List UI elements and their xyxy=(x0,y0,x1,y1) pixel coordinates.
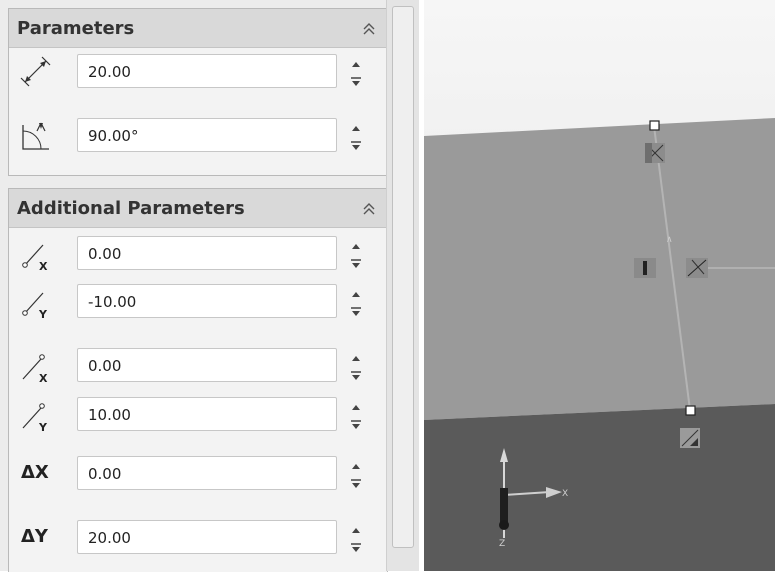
svg-text:X: X xyxy=(39,260,48,271)
additional-parameters-header[interactable]: Additional Parameters xyxy=(9,189,387,228)
angle-input[interactable]: 90.00° xyxy=(77,118,337,152)
end-offset-y-spinner xyxy=(347,397,365,433)
delta-x-label: ΔX xyxy=(21,462,49,483)
spin-up-icon[interactable] xyxy=(347,286,365,302)
spin-up-icon[interactable] xyxy=(347,350,365,366)
start-point-x-icon: X xyxy=(19,237,53,271)
delta-x-input[interactable]: 0.00 xyxy=(77,456,337,490)
delta-x-row: ΔX 0.00 xyxy=(9,453,387,495)
svg-text:X: X xyxy=(39,372,48,383)
spin-up-icon[interactable] xyxy=(347,238,365,254)
end-point-y-icon: Y xyxy=(19,398,53,432)
end-point-handle-bottom xyxy=(685,405,696,416)
end-offset-y-row: Y 10.00 xyxy=(9,394,387,436)
spin-up-icon[interactable] xyxy=(347,56,365,72)
svg-text:Y: Y xyxy=(38,308,48,319)
angle-spinner xyxy=(347,118,365,154)
spin-down-icon[interactable] xyxy=(347,256,365,272)
start-offset-y-input[interactable]: -10.00 xyxy=(77,284,337,318)
spin-up-icon[interactable] xyxy=(347,522,365,538)
3d-viewport[interactable]: ∧ X Z xyxy=(424,0,775,571)
distance-input[interactable]: 20.00 xyxy=(77,54,337,88)
start-offset-x-row: X 0.00 xyxy=(9,233,387,275)
start-offset-y-row: Y -10.00 xyxy=(9,281,387,323)
chevron-double-up-icon[interactable] xyxy=(361,21,377,37)
constraint-marker-top xyxy=(645,143,665,163)
delta-y-input[interactable]: 20.00 xyxy=(77,520,337,554)
svg-text:Z: Z xyxy=(499,539,505,549)
angle-row: 90.00° xyxy=(9,115,387,157)
delta-y-row: ΔY 20.00 xyxy=(9,517,387,559)
additional-parameters-group: Additional Parameters X 0.00 Y -10.00 X … xyxy=(8,188,388,572)
start-point-y-icon: Y xyxy=(19,285,53,319)
midpoint-glyph: ∧ xyxy=(666,235,673,245)
spin-up-icon[interactable] xyxy=(347,399,365,415)
end-offset-x-row: X 0.00 xyxy=(9,345,387,387)
parameters-header[interactable]: Parameters xyxy=(9,9,387,48)
delta-x-spinner xyxy=(347,456,365,492)
start-offset-x-input[interactable]: 0.00 xyxy=(77,236,337,270)
distance-spinner xyxy=(347,54,365,90)
spin-down-icon[interactable] xyxy=(347,540,365,556)
distance-icon xyxy=(19,55,53,89)
constraint-marker-bottom xyxy=(680,428,700,448)
angle-icon xyxy=(19,119,53,153)
scrollbar-thumb[interactable] xyxy=(392,6,414,548)
start-offset-x-spinner xyxy=(347,236,365,272)
end-point-handle-top xyxy=(649,120,660,131)
start-offset-y-spinner xyxy=(347,284,365,320)
lower-plane xyxy=(424,404,775,571)
svg-text:Y: Y xyxy=(38,421,48,432)
spin-down-icon[interactable] xyxy=(347,304,365,320)
additional-parameters-title: Additional Parameters xyxy=(17,198,245,219)
end-offset-x-spinner xyxy=(347,348,365,384)
chevron-double-up-icon[interactable] xyxy=(361,201,377,217)
property-panel: Parameters 20.00 90.00° Additional Param… xyxy=(0,0,390,572)
parameters-title: Parameters xyxy=(17,18,135,39)
panel-scrollbar[interactable] xyxy=(386,0,419,571)
distance-row: 20.00 xyxy=(9,51,387,93)
spin-up-icon[interactable] xyxy=(347,458,365,474)
end-offset-y-input[interactable]: 10.00 xyxy=(77,397,337,431)
delta-y-label: ΔY xyxy=(21,526,48,547)
spin-down-icon[interactable] xyxy=(347,368,365,384)
svg-text:X: X xyxy=(562,489,568,499)
spin-down-icon[interactable] xyxy=(347,476,365,492)
spin-up-icon[interactable] xyxy=(347,120,365,136)
spin-down-icon[interactable] xyxy=(347,74,365,90)
spin-down-icon[interactable] xyxy=(347,138,365,154)
spin-down-icon[interactable] xyxy=(347,417,365,433)
delta-y-spinner xyxy=(347,520,365,556)
end-offset-x-input[interactable]: 0.00 xyxy=(77,348,337,382)
parameters-group: Parameters 20.00 90.00° xyxy=(8,8,388,176)
end-point-x-icon: X xyxy=(19,349,53,383)
